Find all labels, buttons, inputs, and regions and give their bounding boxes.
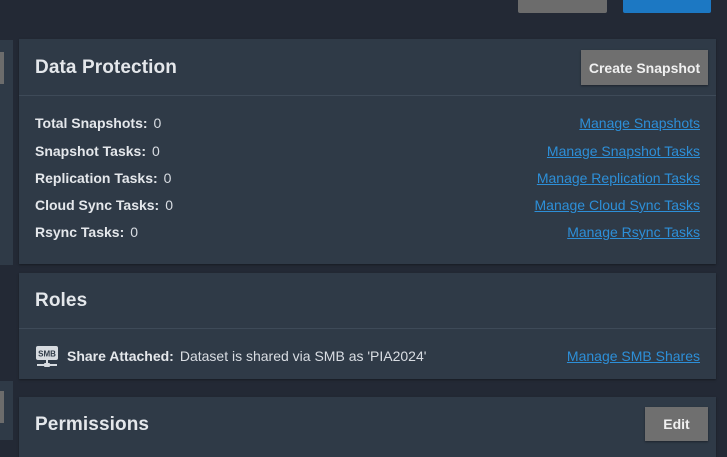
share-attached-label: Share Attached: xyxy=(67,348,174,364)
data-protection-title: Data Protection xyxy=(35,57,177,78)
row-label: Rsync Tasks: xyxy=(35,224,125,240)
replication-tasks-row: Replication Tasks: 0 Manage Replication T… xyxy=(35,168,700,188)
row-value: 0 xyxy=(152,143,160,159)
permissions-card: Permissions Edit xyxy=(19,397,716,457)
left-panel-edge xyxy=(0,40,13,265)
permissions-title: Permissions xyxy=(35,414,150,435)
manage-rsync-tasks-link[interactable]: Manage Rsync Tasks xyxy=(567,224,700,240)
smb-share-icon: SMB xyxy=(36,346,58,367)
row-value: 0 xyxy=(163,170,172,186)
manage-replication-tasks-link[interactable]: Manage Replication Tasks xyxy=(537,170,700,186)
row-value: 0 xyxy=(165,197,174,213)
left-panel-button-edge[interactable] xyxy=(0,52,4,84)
top-secondary-button[interactable] xyxy=(518,0,607,13)
snapshot-tasks-row: Snapshot Tasks: 0 Manage Snapshot Tasks xyxy=(35,141,700,161)
share-attached-text: Dataset is shared via SMB as 'PIA2024' xyxy=(179,348,427,364)
manage-snapshots-link[interactable]: Manage Snapshots xyxy=(579,115,700,131)
row-label: Cloud Sync Tasks: xyxy=(35,197,160,213)
left-panel-edge-lower xyxy=(0,381,13,440)
row-value: 0 xyxy=(153,115,162,131)
roles-title: Roles xyxy=(35,290,88,311)
manage-cloud-sync-tasks-link[interactable]: Manage Cloud Sync Tasks xyxy=(535,197,701,213)
total-snapshots-row: Total Snapshots: 0 Manage Snapshots xyxy=(35,113,700,133)
row-value: 0 xyxy=(130,224,139,240)
data-protection-card: Data Protection Create Snapshot Total Sn… xyxy=(19,39,716,264)
rsync-tasks-row: Rsync Tasks: 0 Manage Rsync Tasks xyxy=(35,222,700,242)
manage-smb-shares-link[interactable]: Manage SMB Shares xyxy=(567,348,700,364)
edit-permissions-button[interactable]: Edit xyxy=(645,407,708,441)
share-attached-row: SMB Share Attached: Dataset is shared vi… xyxy=(35,346,700,367)
top-primary-button[interactable] xyxy=(623,0,711,13)
row-label: Replication Tasks: xyxy=(35,170,158,186)
card-divider xyxy=(19,328,716,329)
smb-icon-text: SMB xyxy=(38,350,56,359)
manage-snapshot-tasks-link[interactable]: Manage Snapshot Tasks xyxy=(547,143,700,159)
row-label: Snapshot Tasks: xyxy=(35,143,146,159)
create-snapshot-button[interactable]: Create Snapshot xyxy=(581,50,708,85)
row-label: Total Snapshots: xyxy=(35,115,148,131)
left-panel-button-edge-lower[interactable] xyxy=(0,391,4,423)
roles-card: Roles SMB Share Attached: Dataset is sha… xyxy=(19,273,716,379)
cloud-sync-tasks-row: Cloud Sync Tasks: 0 Manage Cloud Sync Tas… xyxy=(35,195,700,215)
card-divider xyxy=(19,95,716,96)
